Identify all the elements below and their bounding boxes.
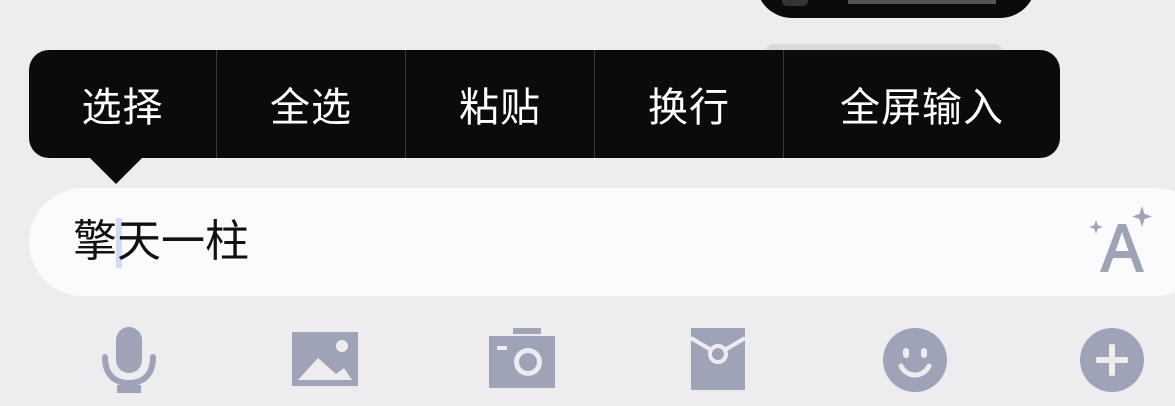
microphone-icon[interactable] bbox=[100, 325, 158, 395]
red-packet-icon[interactable] bbox=[691, 328, 745, 390]
camera-icon[interactable] bbox=[489, 328, 555, 388]
menu-item-select-all[interactable]: 全选 bbox=[217, 50, 406, 158]
menu-item-paste[interactable]: 粘贴 bbox=[406, 50, 595, 158]
bubble-progress-bar bbox=[848, 0, 996, 4]
message-input-text: 擎天一柱 bbox=[73, 216, 249, 267]
image-icon[interactable] bbox=[292, 332, 358, 386]
message-input[interactable]: 擎天一柱 bbox=[29, 188, 1175, 296]
bubble-avatar-dot bbox=[782, 0, 808, 6]
menu-item-select[interactable]: 选择 bbox=[29, 50, 217, 158]
plus-icon[interactable] bbox=[1080, 328, 1144, 392]
ai-writing-icon[interactable] bbox=[1086, 206, 1158, 276]
menu-item-newline[interactable]: 换行 bbox=[595, 50, 784, 158]
context-menu: 选择 全选 粘贴 换行 全屏输入 bbox=[29, 50, 1060, 158]
menu-item-fullscreen-input[interactable]: 全屏输入 bbox=[784, 50, 1060, 158]
emoji-icon[interactable] bbox=[883, 328, 947, 392]
message-bubble bbox=[756, 0, 1036, 18]
context-menu-pointer bbox=[88, 156, 144, 184]
